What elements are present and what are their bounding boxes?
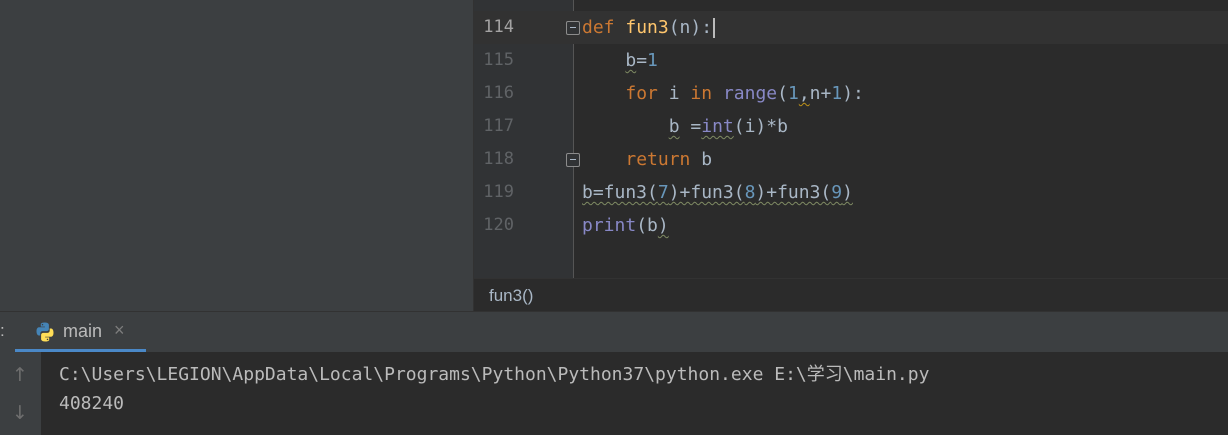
keyword-def: def bbox=[582, 17, 615, 38]
python-icon bbox=[36, 322, 54, 342]
line-number: 118 bbox=[483, 149, 514, 169]
builtin-int: int bbox=[701, 116, 734, 137]
builtin-range: range bbox=[722, 83, 778, 104]
call-part: )+fun3( bbox=[668, 182, 745, 203]
paren-close: ) bbox=[657, 215, 669, 236]
line-number: 115 bbox=[483, 50, 514, 70]
code-line-119[interactable]: 119 b=fun3(7)+fun3(8)+fun3(9) bbox=[474, 176, 1228, 209]
variable: b bbox=[668, 116, 680, 137]
console-toolbar: ↑ ↓ bbox=[0, 352, 41, 435]
number: 8 bbox=[744, 182, 756, 203]
operator: = bbox=[679, 116, 702, 137]
comma: , bbox=[798, 83, 810, 104]
code-text[interactable]: b=fun3(7)+fun3(8)+fun3(9) bbox=[582, 183, 853, 203]
loop-variable: i bbox=[668, 83, 680, 104]
call-part: )+fun3( bbox=[755, 182, 832, 203]
fold-collapse-icon[interactable] bbox=[566, 21, 580, 35]
project-panel bbox=[0, 0, 473, 311]
number: 9 bbox=[831, 182, 843, 203]
code-line-115[interactable]: 115 b=1 bbox=[474, 44, 1228, 77]
header-label: : bbox=[0, 321, 5, 340]
code-text[interactable]: b =int(i)*b bbox=[582, 117, 788, 137]
argument: n+ bbox=[809, 83, 832, 104]
run-tab-main[interactable]: main × bbox=[15, 312, 146, 353]
arrow-up-icon[interactable]: ↑ bbox=[10, 363, 30, 387]
code-text[interactable]: return b bbox=[582, 150, 712, 170]
arrow-down-icon[interactable]: ↓ bbox=[10, 401, 30, 425]
code-line-116[interactable]: 116 for i in range(1,n+1): bbox=[474, 77, 1228, 110]
line-number: 116 bbox=[483, 83, 514, 103]
fold-end-icon[interactable] bbox=[566, 153, 580, 167]
code-line-120[interactable]: 120 print(b) bbox=[474, 209, 1228, 242]
code-text[interactable]: print(b) bbox=[582, 216, 669, 236]
tab-label: main bbox=[63, 321, 103, 341]
variable: b bbox=[625, 50, 637, 71]
console-command-line: C:\Users\LEGION\AppData\Local\Programs\P… bbox=[59, 364, 930, 385]
line-number: 114 bbox=[483, 17, 514, 37]
text-caret bbox=[713, 18, 716, 38]
code-line-114[interactable]: 114 def fun3(n): bbox=[474, 11, 1228, 44]
line-number: 120 bbox=[483, 215, 514, 235]
console-output-line: 408240 bbox=[59, 393, 125, 414]
paren-open: ( bbox=[777, 83, 788, 104]
close-icon[interactable]: × bbox=[114, 320, 125, 341]
builtin-print: print bbox=[582, 215, 637, 236]
paren-open: ( bbox=[636, 215, 648, 236]
code-editor[interactable]: 114 def fun3(n): 115 b=1 116 for i in ra… bbox=[474, 0, 1228, 278]
function-name: fun3 bbox=[625, 17, 669, 38]
keyword-in: in bbox=[690, 83, 713, 104]
code-text[interactable]: for i in range(1,n+1): bbox=[582, 84, 864, 104]
operator: = bbox=[636, 50, 648, 71]
paren-close: ): bbox=[842, 83, 864, 104]
keyword-for: for bbox=[625, 83, 658, 104]
code-text[interactable]: def fun3(n): bbox=[582, 17, 716, 38]
code-line-118[interactable]: 118 return b bbox=[474, 143, 1228, 176]
return-value: b bbox=[701, 149, 713, 170]
number: 1 bbox=[647, 50, 658, 71]
line-number: 117 bbox=[483, 116, 514, 136]
params: (n): bbox=[668, 17, 713, 38]
run-tool-window-header: : main × bbox=[0, 311, 1228, 353]
expression: (i)*b bbox=[733, 116, 788, 137]
breadcrumb-bar: fun3() bbox=[474, 278, 1228, 311]
code-text[interactable]: b=1 bbox=[582, 51, 658, 71]
line-number: 119 bbox=[483, 182, 514, 202]
argument: b bbox=[647, 215, 658, 236]
call-part: b=fun3( bbox=[582, 182, 658, 203]
number: 7 bbox=[657, 182, 669, 203]
code-line-117[interactable]: 117 b =int(i)*b bbox=[474, 110, 1228, 143]
call-part: ) bbox=[842, 182, 853, 203]
keyword-return: return bbox=[625, 149, 691, 170]
breadcrumb[interactable]: fun3() bbox=[489, 286, 533, 306]
number: 1 bbox=[787, 83, 799, 104]
number: 1 bbox=[831, 83, 843, 104]
run-console[interactable]: ↑ ↓ C:\Users\LEGION\AppData\Local\Progra… bbox=[0, 352, 1228, 435]
